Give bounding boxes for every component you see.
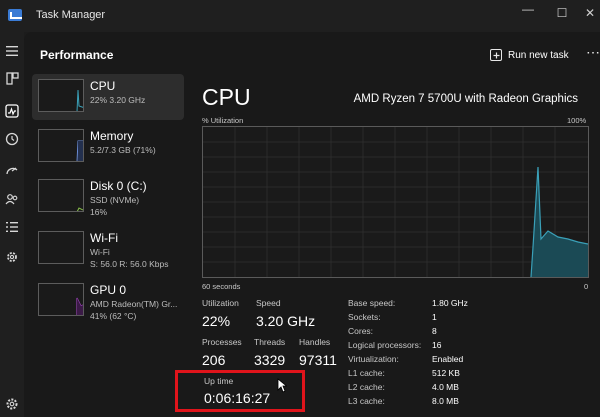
spec-value: 512 KB <box>432 368 460 378</box>
hamburger-icon[interactable] <box>3 44 21 62</box>
handles-value: 97311 <box>299 352 337 368</box>
processes-value: 206 <box>202 352 226 368</box>
graph-grid <box>203 127 588 277</box>
users-icon[interactable] <box>3 192 21 210</box>
speed-value: 3.20 GHz <box>256 313 316 329</box>
spec-value: 1.80 GHz <box>432 298 468 308</box>
spec-value: 4.0 MB <box>432 382 459 392</box>
cpu-thumbnail-graph <box>38 79 84 112</box>
minimize-button[interactable]: — <box>518 2 538 16</box>
resource-list: CPU 22% 3.20 GHz Memory 5.2/7.3 GB (71%)… <box>32 74 184 417</box>
resource-name: Memory <box>90 129 134 143</box>
resource-detail: 41% (62 °C) <box>90 311 137 321</box>
cpu-model-name: AMD Ryzen 7 5700U with Radeon Graphics <box>353 93 578 105</box>
wifi-thumbnail-graph <box>38 231 84 264</box>
spec-value: 8 <box>432 326 437 336</box>
cpu-graph-svg <box>203 127 589 278</box>
run-new-task-label: Run new task <box>508 49 569 61</box>
resource-detail: AMD Radeon(TM) Gr... <box>90 299 178 309</box>
task-manager-app-icon <box>8 9 22 21</box>
window-title: Task Manager <box>36 9 106 21</box>
cpu-heading: CPU <box>202 84 251 110</box>
cpu-detail-panel: CPU AMD Ryzen 7 5700U with Radeon Graphi… <box>196 74 600 417</box>
resource-item-wifi[interactable]: Wi-Fi Wi-Fi S: 56.0 R: 56.0 Kbps <box>32 226 184 272</box>
resource-name: GPU 0 <box>90 283 127 297</box>
graph-label-utilization: % Utilization <box>202 116 244 125</box>
resource-item-cpu[interactable]: CPU 22% 3.20 GHz <box>32 74 184 120</box>
resource-name: Wi-Fi <box>90 231 118 245</box>
run-task-icon <box>490 49 502 61</box>
performance-icon[interactable] <box>3 104 21 122</box>
resource-item-disk[interactable]: Disk 0 (C:) SSD (NVMe) 16% <box>32 174 184 220</box>
spec-label: L1 cache: <box>348 368 385 378</box>
startup-apps-icon[interactable] <box>3 164 21 182</box>
spec-label: L3 cache: <box>348 396 385 406</box>
processes-icon[interactable] <box>3 72 21 90</box>
spec-label: Cores: <box>348 326 374 336</box>
spec-label: L2 cache: <box>348 382 385 392</box>
resource-detail: 22% 3.20 GHz <box>90 95 146 105</box>
graph-label-zero: 0 <box>584 282 589 291</box>
mouse-cursor-icon <box>277 378 288 398</box>
spec-value: 16 <box>432 340 442 350</box>
title-bar: Task Manager — ☐ ✕ <box>0 0 600 32</box>
settings-icon[interactable] <box>3 397 21 415</box>
resource-item-memory[interactable]: Memory 5.2/7.3 GB (71%) <box>32 124 184 170</box>
spec-label: Sockets: <box>348 312 381 322</box>
processes-label: Processes <box>202 337 242 347</box>
page-title: Performance <box>40 48 114 62</box>
utilization-value: 22% <box>202 313 231 329</box>
spec-value: 1 <box>432 312 437 322</box>
navigation-rail <box>0 32 24 417</box>
graph-label-max: 100% <box>567 116 587 125</box>
memory-thumbnail-graph <box>38 129 84 162</box>
threads-value: 3329 <box>254 352 286 368</box>
resource-detail: S: 56.0 R: 56.0 Kbps <box>90 259 169 269</box>
maximize-button[interactable]: ☐ <box>552 6 572 20</box>
more-options-icon[interactable]: ⋯ <box>586 44 600 61</box>
cpu-utilization-graph <box>202 126 589 278</box>
resource-detail: Wi-Fi <box>90 247 110 257</box>
resource-detail: 5.2/7.3 GB (71%) <box>90 145 156 155</box>
graph-label-time: 60 seconds <box>202 282 241 291</box>
spec-label: Virtualization: <box>348 354 399 364</box>
resource-name: Disk 0 (C:) <box>90 179 147 193</box>
spec-value: 8.0 MB <box>432 396 459 406</box>
threads-label: Threads <box>254 337 286 347</box>
handles-label: Handles <box>299 337 331 347</box>
services-icon[interactable] <box>3 250 21 268</box>
app-history-icon[interactable] <box>3 132 21 150</box>
spec-label: Base speed: <box>348 298 396 308</box>
close-button[interactable]: ✕ <box>580 6 600 20</box>
spec-label: Logical processors: <box>348 340 422 350</box>
utilization-label: Utilization <box>202 298 239 308</box>
run-new-task-button[interactable]: Run new task <box>490 44 569 66</box>
main-panel: Performance Run new task ⋯ CPU 22% 3.20 … <box>24 32 600 417</box>
disk-thumbnail-graph <box>38 179 84 212</box>
speed-label: Speed <box>256 298 281 308</box>
resource-detail: 16% <box>90 207 108 217</box>
cpu-usage-area <box>531 167 588 277</box>
spec-value: Enabled <box>432 354 464 364</box>
details-icon[interactable] <box>3 220 21 238</box>
resource-item-gpu[interactable]: GPU 0 AMD Radeon(TM) Gr... 41% (62 °C) <box>32 278 184 324</box>
gpu-thumbnail-graph <box>38 283 84 316</box>
resource-detail: SSD (NVMe) <box>90 195 140 205</box>
resource-name: CPU <box>90 79 116 93</box>
